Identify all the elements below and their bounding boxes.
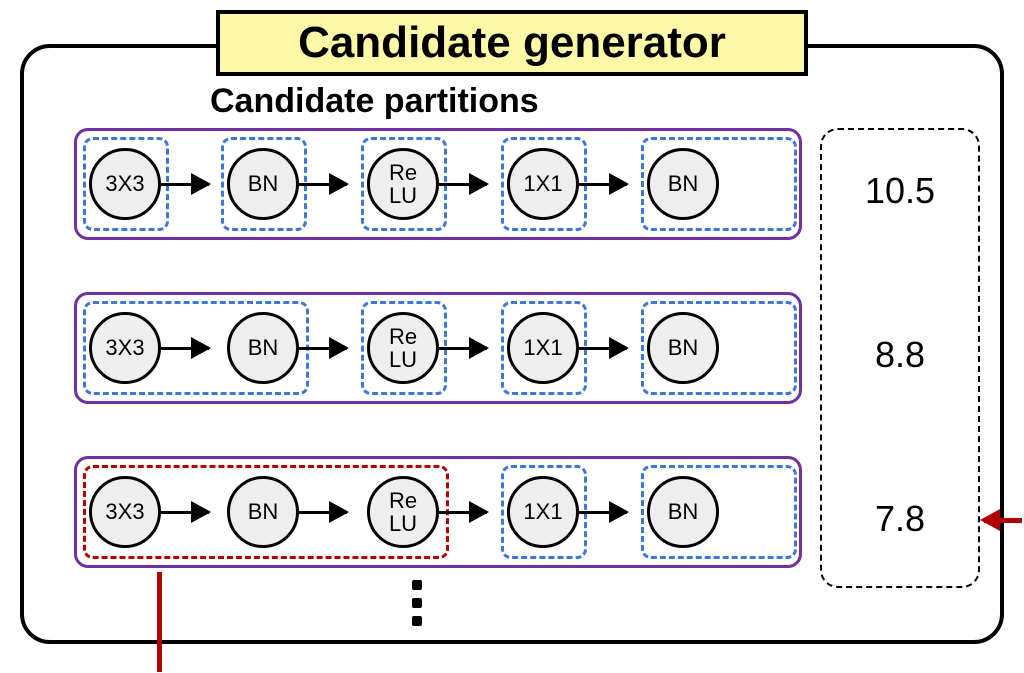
arrow <box>299 511 347 514</box>
subtitle: Candidate partitions <box>210 82 539 121</box>
node-bn: BN <box>647 476 719 548</box>
node-bn: BN <box>647 312 719 384</box>
node-bn: BN <box>227 312 299 384</box>
node-conv3: 3X3 <box>89 312 161 384</box>
ellipsis-icon <box>412 580 422 626</box>
node-relu: Re LU <box>367 312 439 384</box>
scores-box: 10.5 8.8 7.8 <box>820 128 980 588</box>
arrow <box>299 183 347 186</box>
title-text: Candidate generator <box>298 18 726 68</box>
node-bn: BN <box>647 148 719 220</box>
node-conv3: 3X3 <box>89 476 161 548</box>
score-1: 10.5 <box>822 170 978 212</box>
node-conv1: 1X1 <box>507 476 579 548</box>
node-conv1: 1X1 <box>507 312 579 384</box>
arrow <box>299 347 347 350</box>
arrow <box>439 511 487 514</box>
selection-arrow-icon <box>984 518 1022 523</box>
arrow <box>439 347 487 350</box>
arrow <box>579 183 627 186</box>
arrow <box>579 347 627 350</box>
node-conv1: 1X1 <box>507 148 579 220</box>
node-conv3: 3X3 <box>89 148 161 220</box>
node-bn: BN <box>227 476 299 548</box>
node-bn: BN <box>227 148 299 220</box>
partition-1: 3X3 BN Re LU 1X1 BN <box>74 128 802 240</box>
partition-3: 3X3 BN Re LU 1X1 BN <box>74 456 802 568</box>
arrow <box>161 511 209 514</box>
node-relu: Re LU <box>367 476 439 548</box>
score-3: 7.8 <box>822 498 978 540</box>
arrow <box>161 347 209 350</box>
arrow <box>579 511 627 514</box>
score-2: 8.8 <box>822 334 978 376</box>
title-box: Candidate generator <box>216 10 808 76</box>
arrow <box>439 183 487 186</box>
output-line-icon <box>157 572 162 672</box>
arrow <box>161 183 209 186</box>
partition-2: 3X3 BN Re LU 1X1 BN <box>74 292 802 404</box>
node-relu: Re LU <box>367 148 439 220</box>
